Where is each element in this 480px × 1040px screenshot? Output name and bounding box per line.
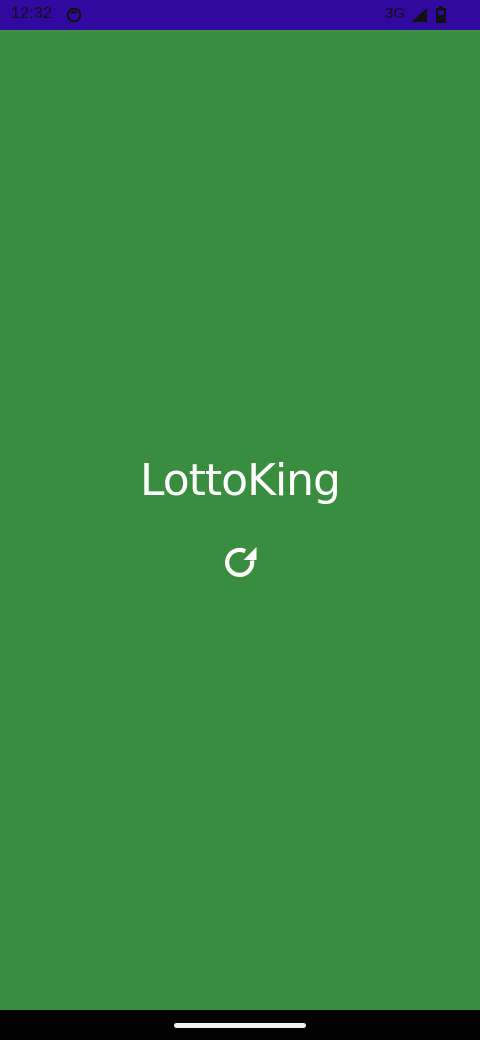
app-title: LottoKing — [140, 455, 341, 506]
battery-icon — [436, 6, 446, 23]
signal-icon — [411, 8, 427, 22]
refresh-icon — [225, 547, 257, 577]
splash-screen: LottoKing — [0, 30, 480, 1010]
navigation-bar — [0, 1010, 480, 1040]
home-handle[interactable] — [174, 1023, 306, 1028]
network-type: 3G — [385, 5, 406, 22]
status-time: 12:32 — [11, 5, 53, 22]
notification-icon — [66, 7, 82, 23]
status-bar: 12:32 3G — [0, 0, 480, 30]
